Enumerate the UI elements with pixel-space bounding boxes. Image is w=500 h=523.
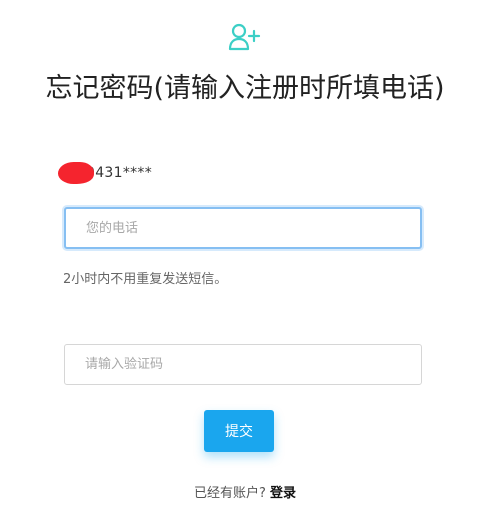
user-plus-icon (228, 22, 262, 52)
page-title: 忘记密码(请输入注册时所填电话) (45, 73, 445, 104)
redaction-mark (58, 162, 94, 184)
login-prompt: 已经有账户? 登录 (0, 482, 490, 501)
login-prompt-text: 已经有账户? (194, 486, 266, 501)
masked-phone-text: 0431**** (86, 165, 153, 181)
verification-code-input[interactable] (64, 344, 422, 385)
phone-input[interactable] (64, 207, 422, 249)
masked-phone-number: 0431**** (58, 162, 152, 184)
login-link[interactable]: 登录 (270, 486, 296, 501)
submit-button[interactable]: 提交 (204, 410, 274, 452)
sms-hint-text: 2小时内不用重复发送短信。 (63, 272, 228, 287)
